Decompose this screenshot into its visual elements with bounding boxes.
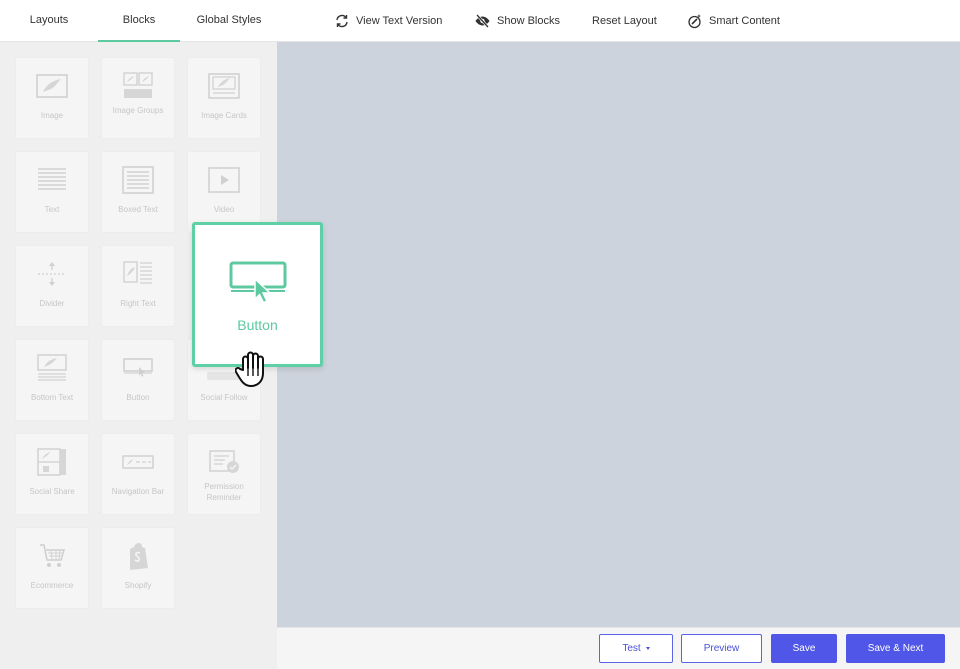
reset-layout-label: Reset Layout — [592, 15, 657, 27]
block-video[interactable]: Video — [187, 151, 261, 233]
text-icon — [38, 168, 66, 190]
tab-layouts[interactable]: Layouts — [10, 0, 88, 42]
caret-down-icon — [645, 647, 650, 650]
grab-hand-icon — [235, 351, 264, 387]
right-text-icon — [123, 261, 152, 284]
block-label: Text — [44, 205, 60, 214]
tab-global-styles[interactable]: Global Styles — [188, 0, 270, 42]
save-next-button[interactable]: Save & Next — [846, 634, 945, 663]
block-shopify[interactable]: Shopify — [101, 527, 175, 609]
divider-icon — [38, 262, 66, 286]
view-text-version-label: View Text Version — [356, 15, 443, 27]
save-button[interactable]: Save — [771, 634, 837, 663]
block-label: Image — [40, 111, 64, 120]
block-label: Video — [213, 205, 235, 214]
block-bottom-text[interactable]: Bottom Text — [15, 339, 89, 421]
block-label: Social Follow — [200, 393, 248, 402]
bottom-text-icon — [37, 354, 67, 381]
tab-blocks[interactable]: Blocks — [98, 0, 180, 42]
dragged-block-label: Button — [237, 317, 278, 333]
block-label: Ecommerce — [30, 581, 74, 590]
block-label: Shopify — [124, 581, 152, 590]
block-label: Boxed Text — [118, 205, 158, 214]
block-right-text[interactable]: Right Text — [101, 245, 175, 327]
refresh-icon — [336, 14, 348, 28]
block-label: Image Groups — [112, 106, 164, 115]
block-label: Permission Reminder — [204, 482, 244, 502]
block-label: Right Text — [120, 299, 156, 308]
block-label: Button — [126, 393, 150, 402]
image-icon — [36, 74, 68, 98]
button-icon — [123, 358, 153, 377]
show-blocks-button[interactable]: Show Blocks — [474, 0, 560, 42]
smart-content-label: Smart Content — [709, 15, 780, 27]
preview-button[interactable]: Preview — [681, 634, 762, 663]
view-text-version-button[interactable]: View Text Version — [334, 0, 442, 42]
bottom-action-bar: Test Preview Save Save & Next — [277, 627, 960, 669]
shopify-icon — [130, 543, 148, 570]
block-label: Divider — [39, 299, 65, 308]
eye-slash-icon — [475, 14, 490, 28]
show-blocks-label: Show Blocks — [497, 15, 560, 27]
social-share-icon — [37, 448, 66, 476]
block-social-share[interactable]: Social Share — [15, 433, 89, 515]
permission-reminder-icon — [209, 450, 239, 473]
navigation-bar-icon — [122, 455, 154, 469]
test-label: Test — [622, 643, 641, 654]
block-ecommerce[interactable]: Ecommerce — [15, 527, 89, 609]
block-text[interactable]: Text — [15, 151, 89, 233]
block-image-groups[interactable]: Image Groups — [101, 57, 175, 139]
block-label: Bottom Text — [30, 393, 74, 402]
reset-layout-button[interactable]: Reset Layout — [592, 0, 657, 42]
top-toolbar: Layouts Blocks Global Styles View Text V… — [0, 0, 960, 42]
block-divider[interactable]: Divider — [15, 245, 89, 327]
email-canvas[interactable] — [277, 42, 960, 627]
smart-content-button[interactable]: Smart Content — [687, 0, 780, 42]
cart-icon — [40, 544, 66, 567]
button-icon — [229, 261, 287, 304]
block-navigation-bar[interactable]: Navigation Bar — [101, 433, 175, 515]
block-label: Image Cards — [201, 111, 247, 120]
block-label: Navigation Bar — [111, 487, 165, 496]
image-groups-icon — [123, 72, 153, 98]
test-dropdown-button[interactable]: Test — [599, 634, 673, 663]
smart-content-icon — [688, 14, 701, 29]
video-icon — [208, 167, 240, 193]
dragged-button-block[interactable]: Button — [192, 222, 323, 367]
block-button[interactable]: Button — [101, 339, 175, 421]
block-label: Social Share — [29, 487, 75, 496]
block-image-cards[interactable]: Image Cards — [187, 57, 261, 139]
image-cards-icon — [208, 73, 240, 99]
boxed-text-icon — [122, 166, 154, 194]
block-boxed-text[interactable]: Boxed Text — [101, 151, 175, 233]
block-permission-reminder[interactable]: Permission Reminder — [187, 433, 261, 515]
block-image[interactable]: Image — [15, 57, 89, 139]
